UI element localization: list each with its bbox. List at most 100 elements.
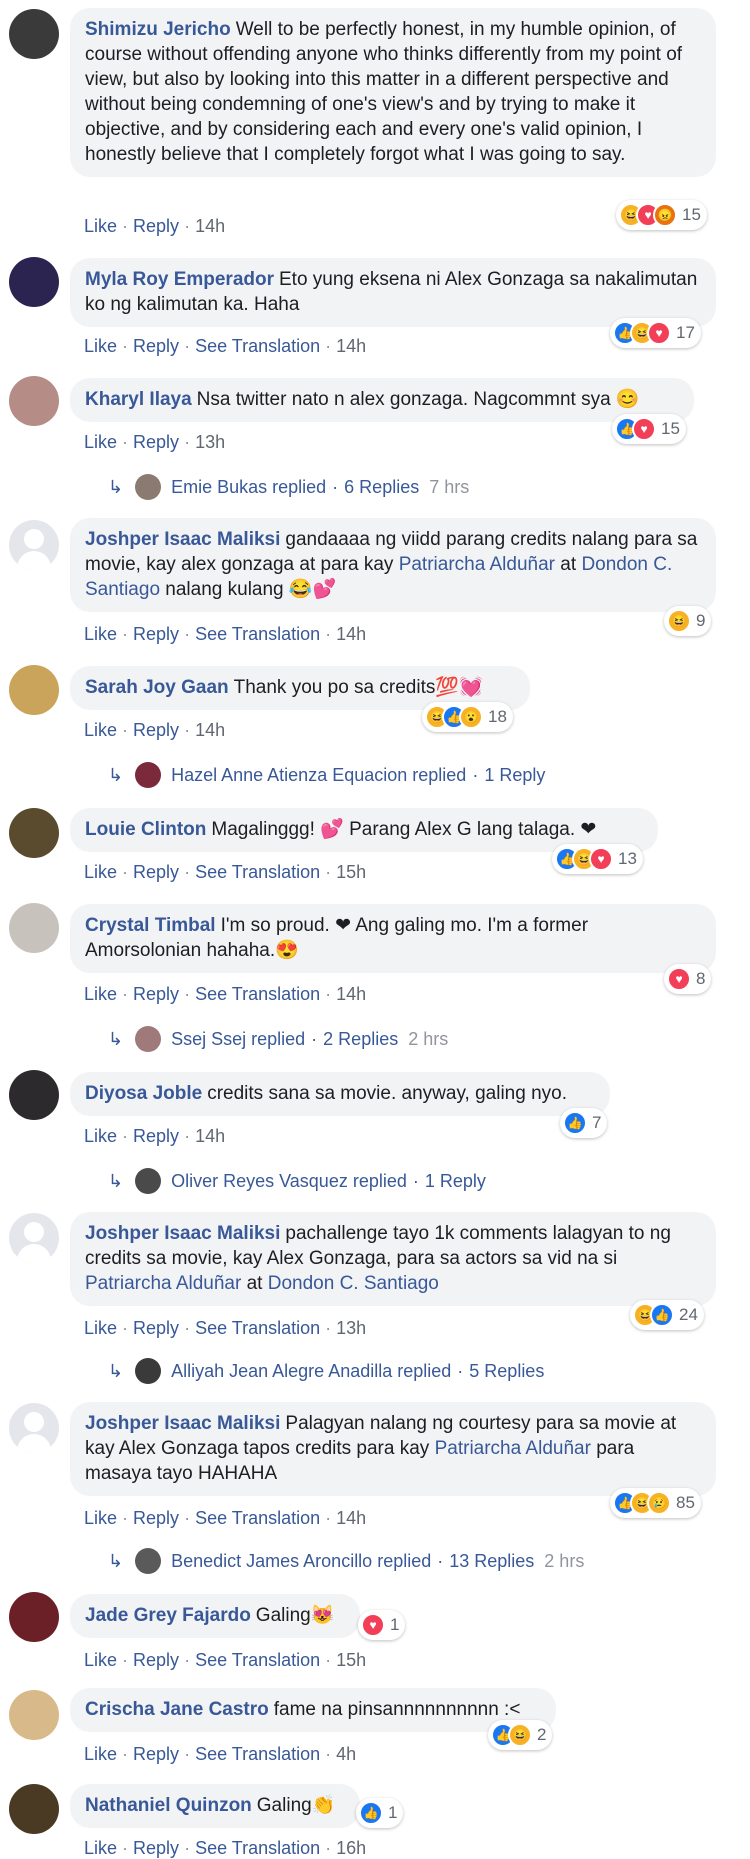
reactions-badge[interactable]: 👍 😆 ♥ 17	[610, 318, 701, 348]
replier-name[interactable]: Ssej Ssej replied	[171, 1029, 305, 1050]
replies-count[interactable]: 1 Reply	[425, 1171, 486, 1192]
comment-author[interactable]: Joshper Isaac Maliksi	[85, 1223, 280, 1244]
mention-link[interactable]: Patriarcha Alduñar	[399, 554, 555, 575]
avatar[interactable]	[9, 665, 59, 715]
reactions-badge[interactable]: 👍 1	[356, 1798, 404, 1828]
reactions-badge[interactable]: 😆 ♥ 😠 15	[616, 200, 707, 230]
comment-author[interactable]: Diyosa Joble	[85, 1083, 202, 1104]
comment-author[interactable]: Shimizu Jericho	[85, 19, 231, 40]
reply-link[interactable]: Reply	[133, 862, 179, 882]
reactions-badge[interactable]: 😆 👍 😮 18	[422, 702, 513, 732]
avatar[interactable]	[9, 520, 59, 570]
comment-author[interactable]: Kharyl Ilaya	[85, 389, 192, 410]
reactions-badge[interactable]: ♥ 8	[664, 964, 712, 994]
comment-time[interactable]: 14h	[336, 1508, 366, 1528]
like-link[interactable]: Like	[84, 624, 117, 644]
reply-link[interactable]: Reply	[133, 720, 179, 740]
comment-time[interactable]: 16h	[336, 1838, 366, 1858]
like-link[interactable]: Like	[84, 432, 117, 452]
comment-author[interactable]: Joshper Isaac Maliksi	[85, 1413, 280, 1434]
comment-time[interactable]: 13h	[336, 1318, 366, 1338]
mention-link[interactable]: Patriarcha Alduñar	[85, 1273, 241, 1294]
reactions-badge[interactable]: ♥ 1	[358, 1610, 406, 1640]
replies-link[interactable]: ↳ Emie Bukas replied · 6 Replies 7 hrs	[108, 474, 469, 500]
comment-author[interactable]: Louie Clinton	[85, 819, 206, 840]
replier-name[interactable]: Hazel Anne Atienza Equacion replied	[171, 765, 466, 786]
reactions-badge[interactable]: 👍 😆 😢 85	[610, 1488, 701, 1518]
see-translation-link[interactable]: See Translation	[195, 1650, 320, 1670]
mention-link[interactable]: Dondon C. Santiago	[268, 1273, 439, 1294]
replies-count[interactable]: 6 Replies	[344, 477, 419, 498]
avatar[interactable]	[9, 9, 59, 59]
comment-time[interactable]: 15h	[336, 1650, 366, 1670]
like-link[interactable]: Like	[84, 1838, 117, 1858]
avatar[interactable]	[9, 1690, 59, 1740]
reply-link[interactable]: Reply	[133, 1838, 179, 1858]
replies-link[interactable]: ↳ Alliyah Jean Alegre Anadilla replied · 5 …	[108, 1358, 544, 1384]
replies-count[interactable]: 1 Reply	[484, 765, 545, 786]
replies-link[interactable]: ↳ Ssej Ssej replied · 2 Replies 2 hrs	[108, 1026, 448, 1052]
replier-name[interactable]: Alliyah Jean Alegre Anadilla replied	[171, 1361, 451, 1382]
see-translation-link[interactable]: See Translation	[195, 336, 320, 356]
like-link[interactable]: Like	[84, 984, 117, 1004]
comment-author[interactable]: Myla Roy Emperador	[85, 269, 274, 290]
comment-author[interactable]: Jade Grey Fajardo	[85, 1605, 251, 1626]
comment-time[interactable]: 14h	[195, 1126, 225, 1146]
avatar[interactable]	[9, 1403, 59, 1453]
reply-link[interactable]: Reply	[133, 1744, 179, 1764]
avatar[interactable]	[9, 808, 59, 858]
reactions-badge[interactable]: 👍 ♥ 15	[612, 414, 686, 444]
comment-time[interactable]: 13h	[195, 432, 225, 452]
comment-time[interactable]: 14h	[195, 720, 225, 740]
replies-link[interactable]: ↳ Hazel Anne Atienza Equacion replied · 1 R…	[108, 762, 545, 788]
like-link[interactable]: Like	[84, 1650, 117, 1670]
like-link[interactable]: Like	[84, 862, 117, 882]
comment-author[interactable]: Crischa Jane Castro	[85, 1699, 269, 1720]
reply-link[interactable]: Reply	[133, 216, 179, 236]
see-translation-link[interactable]: See Translation	[195, 1318, 320, 1338]
comment-author[interactable]: Joshper Isaac Maliksi	[85, 529, 280, 550]
reactions-badge[interactable]: 👍 😆 ♥ 13	[552, 844, 643, 874]
avatar[interactable]	[9, 257, 59, 307]
comment-author[interactable]: Nathaniel Quinzon	[85, 1795, 252, 1816]
reply-link[interactable]: Reply	[133, 1650, 179, 1670]
comment-time[interactable]: 15h	[336, 862, 366, 882]
reply-link[interactable]: Reply	[133, 1508, 179, 1528]
reply-link[interactable]: Reply	[133, 1126, 179, 1146]
comment-time[interactable]: 14h	[336, 336, 366, 356]
see-translation-link[interactable]: See Translation	[195, 624, 320, 644]
replier-name[interactable]: Oliver Reyes Vasquez replied	[171, 1171, 407, 1192]
reply-link[interactable]: Reply	[133, 1318, 179, 1338]
avatar[interactable]	[9, 903, 59, 953]
see-translation-link[interactable]: See Translation	[195, 1838, 320, 1858]
replies-link[interactable]: ↳ Oliver Reyes Vasquez replied · 1 Reply	[108, 1168, 486, 1194]
reply-link[interactable]: Reply	[133, 432, 179, 452]
reactions-badge[interactable]: 👍 😆 2	[488, 1720, 553, 1750]
avatar[interactable]	[9, 376, 59, 426]
replies-count[interactable]: 2 Replies	[323, 1029, 398, 1050]
comment-author[interactable]: Sarah Joy Gaan	[85, 677, 229, 698]
replies-link[interactable]: ↳ Benedict James Aroncillo replied · 13 Rep…	[108, 1548, 584, 1574]
replier-name[interactable]: Benedict James Aroncillo replied	[171, 1551, 431, 1572]
reactions-badge[interactable]: 👍 7	[560, 1108, 608, 1138]
avatar[interactable]	[9, 1070, 59, 1120]
reply-link[interactable]: Reply	[133, 336, 179, 356]
reactions-badge[interactable]: 😆 9	[664, 606, 712, 636]
like-link[interactable]: Like	[84, 336, 117, 356]
comment-time[interactable]: 14h	[336, 984, 366, 1004]
avatar[interactable]	[9, 1784, 59, 1834]
like-link[interactable]: Like	[84, 216, 117, 236]
replier-name[interactable]: Emie Bukas replied	[171, 477, 326, 498]
see-translation-link[interactable]: See Translation	[195, 862, 320, 882]
see-translation-link[interactable]: See Translation	[195, 1508, 320, 1528]
see-translation-link[interactable]: See Translation	[195, 984, 320, 1004]
mention-link[interactable]: Patriarcha Alduñar	[435, 1438, 591, 1459]
like-link[interactable]: Like	[84, 720, 117, 740]
comment-time[interactable]: 14h	[195, 216, 225, 236]
comment-author[interactable]: Crystal Timbal	[85, 915, 216, 936]
comment-time[interactable]: 14h	[336, 624, 366, 644]
like-link[interactable]: Like	[84, 1744, 117, 1764]
see-translation-link[interactable]: See Translation	[195, 1744, 320, 1764]
like-link[interactable]: Like	[84, 1508, 117, 1528]
replies-count[interactable]: 13 Replies	[449, 1551, 534, 1572]
